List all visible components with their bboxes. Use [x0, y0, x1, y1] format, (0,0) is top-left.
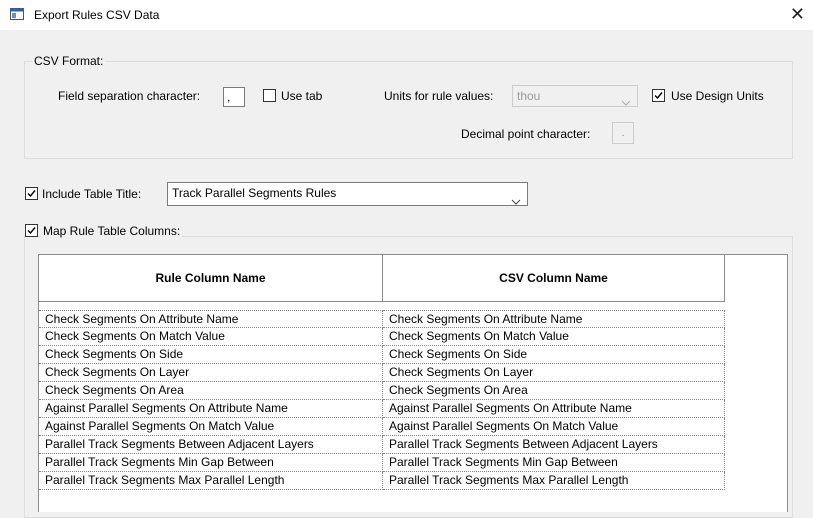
use-design-units-checkbox[interactable]	[652, 89, 665, 102]
include-table-title-label: Include Table Title:	[42, 187, 142, 201]
csv-format-group	[24, 61, 793, 159]
rule-column-cell: Check Segments On Side	[39, 346, 383, 364]
header-csv-column[interactable]: CSV Column Name	[383, 255, 725, 302]
table-row[interactable]: Against Parallel Segments On Attribute N…	[39, 400, 787, 418]
table-title-select[interactable]: Track Parallel Segments Rules	[167, 182, 528, 206]
rule-column-cell: Parallel Track Segments Min Gap Between	[39, 454, 383, 472]
checkmark-icon	[654, 92, 663, 100]
rule-column-cell: Against Parallel Segments On Attribute N…	[39, 400, 383, 418]
csv-column-cell[interactable]: Parallel Track Segments Between Adjacent…	[383, 436, 725, 454]
checkmark-icon	[27, 227, 36, 235]
units-select[interactable]: thou	[512, 85, 638, 107]
csv-column-cell[interactable]: Parallel Track Segments Min Gap Between	[383, 454, 725, 472]
checkmark-icon	[27, 190, 36, 198]
table-row[interactable]: Against Parallel Segments On Match Value…	[39, 418, 787, 436]
csv-column-cell[interactable]: Check Segments On Side	[383, 346, 725, 364]
header-rule-column[interactable]: Rule Column Name	[39, 255, 383, 302]
table-row[interactable]: Check Segments On Match Value Check Segme…	[39, 328, 787, 346]
use-tab-label: Use tab	[281, 89, 323, 103]
rule-column-cell: Check Segments On Layer	[39, 364, 383, 382]
decimal-point-input[interactable]: .	[612, 122, 634, 144]
use-design-units-label: Use Design Units	[671, 89, 764, 103]
table-row[interactable]: Check Segments On Area Check Segments On …	[39, 382, 787, 400]
csv-column-cell[interactable]: Against Parallel Segments On Attribute N…	[383, 400, 725, 418]
window-title: Export Rules CSV Data	[34, 8, 160, 22]
rule-column-cell: Check Segments On Attribute Name	[39, 310, 383, 328]
close-icon[interactable]: ✕	[790, 4, 805, 24]
title-bar: Export Rules CSV Data ✕	[0, 0, 813, 30]
csv-column-cell[interactable]: Check Segments On Match Value	[383, 328, 725, 346]
field-separation-input[interactable]: ,	[223, 87, 245, 107]
table-row[interactable]: Check Segments On Side Check Segments On …	[39, 346, 787, 364]
map-columns-checkbox[interactable]	[25, 224, 38, 237]
csv-column-cell[interactable]: Check Segments On Layer	[383, 364, 725, 382]
field-separation-label: Field separation character:	[58, 89, 201, 103]
csv-column-cell[interactable]: Parallel Track Segments Max Parallel Len…	[383, 472, 725, 490]
rule-column-cell: Check Segments On Area	[39, 382, 383, 400]
table-row[interactable]: Parallel Track Segments Between Adjacent…	[39, 436, 787, 454]
chevron-down-icon	[511, 191, 521, 212]
use-tab-checkbox[interactable]	[263, 89, 276, 102]
csv-format-label: CSV Format:	[32, 54, 106, 68]
table-title-value: Track Parallel Segments Rules	[172, 186, 337, 200]
map-columns-label: Map Rule Table Columns:	[41, 224, 183, 238]
rule-column-cell: Against Parallel Segments On Match Value	[39, 418, 383, 436]
units-value: thou	[517, 89, 541, 103]
table-header: Rule Column Name CSV Column Name	[39, 255, 787, 302]
decimal-point-label: Decimal point character:	[461, 127, 591, 141]
rule-column-cell: Parallel Track Segments Between Adjacent…	[39, 436, 383, 454]
csv-column-cell[interactable]: Check Segments On Area	[383, 382, 725, 400]
csv-column-cell[interactable]: Check Segments On Attribute Name	[383, 310, 725, 328]
units-label: Units for rule values:	[384, 89, 494, 103]
table-row[interactable]: Check Segments On Attribute Name Check Se…	[39, 310, 787, 328]
table-row[interactable]: Parallel Track Segments Max Parallel Len…	[39, 472, 787, 490]
csv-column-cell[interactable]: Against Parallel Segments On Match Value	[383, 418, 725, 436]
table-body: Check Segments On Attribute Name Check Se…	[39, 310, 787, 490]
chevron-down-icon	[621, 92, 631, 112]
rule-column-cell: Parallel Track Segments Max Parallel Len…	[39, 472, 383, 490]
rule-column-cell: Check Segments On Match Value	[39, 328, 383, 346]
table-row[interactable]: Parallel Track Segments Min Gap Between P…	[39, 454, 787, 472]
app-window-icon	[10, 8, 24, 20]
table-row[interactable]: Check Segments On Layer Check Segments On…	[39, 364, 787, 382]
include-table-title-checkbox[interactable]	[25, 187, 38, 200]
column-mapping-table: Rule Column Name CSV Column Name Check S…	[38, 254, 788, 512]
